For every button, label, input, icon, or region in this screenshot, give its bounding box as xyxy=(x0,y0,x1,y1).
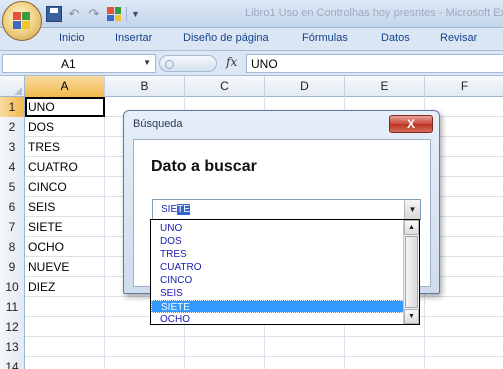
row-header[interactable]: 12 xyxy=(0,317,25,337)
list-item[interactable]: SEIS xyxy=(151,287,405,300)
column-header[interactable]: C xyxy=(185,76,265,97)
cell-a[interactable]: DOS xyxy=(25,117,105,137)
window-title: Libro1 Uso en Controlhas hoy presntes - … xyxy=(245,7,503,19)
cell-a[interactable]: TRES xyxy=(25,137,105,157)
column-header[interactable]: A xyxy=(25,76,105,97)
name-box-value: A1 xyxy=(61,57,76,71)
row-header[interactable]: 7 xyxy=(0,217,25,237)
column-header[interactable]: D xyxy=(265,76,345,97)
select-all-corner[interactable] xyxy=(0,76,25,97)
close-button[interactable]: X xyxy=(389,115,433,133)
cell-a[interactable]: SIETE xyxy=(25,217,105,237)
customize-qat-dropdown-icon[interactable]: ▼ xyxy=(131,9,140,19)
cell-a[interactable] xyxy=(25,357,105,369)
tab-datos[interactable]: Datos xyxy=(381,32,410,44)
list-item[interactable]: SIETE xyxy=(151,300,405,313)
tab-insertar[interactable]: Insertar xyxy=(115,32,152,44)
cell[interactable] xyxy=(425,357,503,369)
row-header[interactable]: 13 xyxy=(0,337,25,357)
combo-text: SIE xyxy=(161,204,178,215)
tab-diseno-de-pagina[interactable]: Diseño de página xyxy=(183,32,269,44)
name-box[interactable]: A1 ▼ xyxy=(2,54,156,73)
scroll-up-icon[interactable]: ▲ xyxy=(404,220,419,235)
chevron-down-icon[interactable]: ▼ xyxy=(143,58,151,67)
list-item[interactable]: CUATRO xyxy=(151,261,405,274)
tab-revisar[interactable]: Revisar xyxy=(440,32,477,44)
row-header[interactable]: 3 xyxy=(0,137,25,157)
scroll-thumb[interactable] xyxy=(405,236,418,308)
cell[interactable] xyxy=(185,337,265,357)
row-header[interactable]: 5 xyxy=(0,177,25,197)
cell[interactable] xyxy=(425,317,503,337)
row-header[interactable]: 6 xyxy=(0,197,25,217)
tab-formulas[interactable]: Fórmulas xyxy=(302,32,348,44)
list-item[interactable]: CINCO xyxy=(151,274,405,287)
row-header[interactable]: 14 xyxy=(0,357,25,369)
cell[interactable] xyxy=(345,337,425,357)
redo-icon[interactable]: ↷ xyxy=(86,6,102,22)
formula-input[interactable]: UNO xyxy=(246,54,503,73)
cell-a[interactable]: SEIS xyxy=(25,197,105,217)
save-icon[interactable] xyxy=(46,6,62,22)
cell[interactable] xyxy=(265,337,345,357)
chevron-down-icon[interactable]: ▼ xyxy=(404,200,420,219)
row-header[interactable]: 4 xyxy=(0,157,25,177)
cell[interactable] xyxy=(425,337,503,357)
list-item[interactable]: UNO xyxy=(151,222,405,235)
list-item[interactable]: OCHO xyxy=(151,313,405,326)
cell-a[interactable] xyxy=(25,297,105,317)
cell-a[interactable]: OCHO xyxy=(25,237,105,257)
cell-a[interactable]: CUATRO xyxy=(25,157,105,177)
search-combobox[interactable]: SIETE ▼ xyxy=(152,199,421,220)
office-button[interactable] xyxy=(2,1,42,41)
table-row: 14 xyxy=(0,357,503,369)
cell-a[interactable]: NUEVE xyxy=(25,257,105,277)
ribbon-tabs: Inicio Insertar Diseño de página Fórmula… xyxy=(0,28,503,51)
cell-a[interactable]: CINCO xyxy=(25,177,105,197)
row-header[interactable]: 2 xyxy=(0,117,25,137)
row-header[interactable]: 1 xyxy=(0,97,25,117)
combo-selected-text: TE xyxy=(177,204,190,215)
cell[interactable] xyxy=(185,357,265,369)
cell-a[interactable]: DIEZ xyxy=(25,277,105,297)
undo-icon[interactable]: ↶ xyxy=(66,6,82,22)
list-scrollbar[interactable]: ▲ ▼ xyxy=(403,220,419,324)
cell[interactable] xyxy=(345,357,425,369)
insert-function-icon[interactable]: fx xyxy=(226,55,237,69)
list-item[interactable]: DOS xyxy=(151,235,405,248)
column-header[interactable]: B xyxy=(105,76,185,97)
cell-a[interactable] xyxy=(25,317,105,337)
office-logo-icon xyxy=(13,12,31,30)
cell[interactable] xyxy=(105,357,185,369)
cell[interactable] xyxy=(265,357,345,369)
cell-a[interactable]: UNO xyxy=(25,97,105,117)
list-item[interactable]: TRES xyxy=(151,248,405,261)
cell[interactable] xyxy=(425,297,503,317)
row-header[interactable]: 11 xyxy=(0,297,25,317)
dialog-heading: Dato a buscar xyxy=(151,158,257,175)
column-header[interactable]: F xyxy=(425,76,503,97)
qat-separator xyxy=(126,7,127,21)
formula-bar-resize-handle[interactable] xyxy=(159,55,217,72)
formula-bar: A1 ▼ fx UNO xyxy=(0,51,503,76)
cell[interactable] xyxy=(105,337,185,357)
dialog-title: Búsqueda xyxy=(133,118,183,130)
row-header[interactable]: 8 xyxy=(0,237,25,257)
title-bar: ↶ ↷ ▼ Libro1 Uso en Controlhas hoy presn… xyxy=(0,0,503,28)
combo-dropdown-list[interactable]: UNO DOS TRES CUATRO CINCO SEIS SIETE OCHO ▲ ▼ xyxy=(150,219,420,325)
form-icon[interactable] xyxy=(106,6,122,22)
column-headers: A B C D E F xyxy=(0,76,503,97)
tab-inicio[interactable]: Inicio xyxy=(59,32,85,44)
cell-a[interactable] xyxy=(25,337,105,357)
scroll-down-icon[interactable]: ▼ xyxy=(404,309,419,324)
column-header[interactable]: E xyxy=(345,76,425,97)
table-row: 13 xyxy=(0,337,503,357)
row-header[interactable]: 9 xyxy=(0,257,25,277)
quick-access-toolbar: ↶ ↷ ▼ xyxy=(46,5,140,23)
row-header[interactable]: 10 xyxy=(0,277,25,297)
